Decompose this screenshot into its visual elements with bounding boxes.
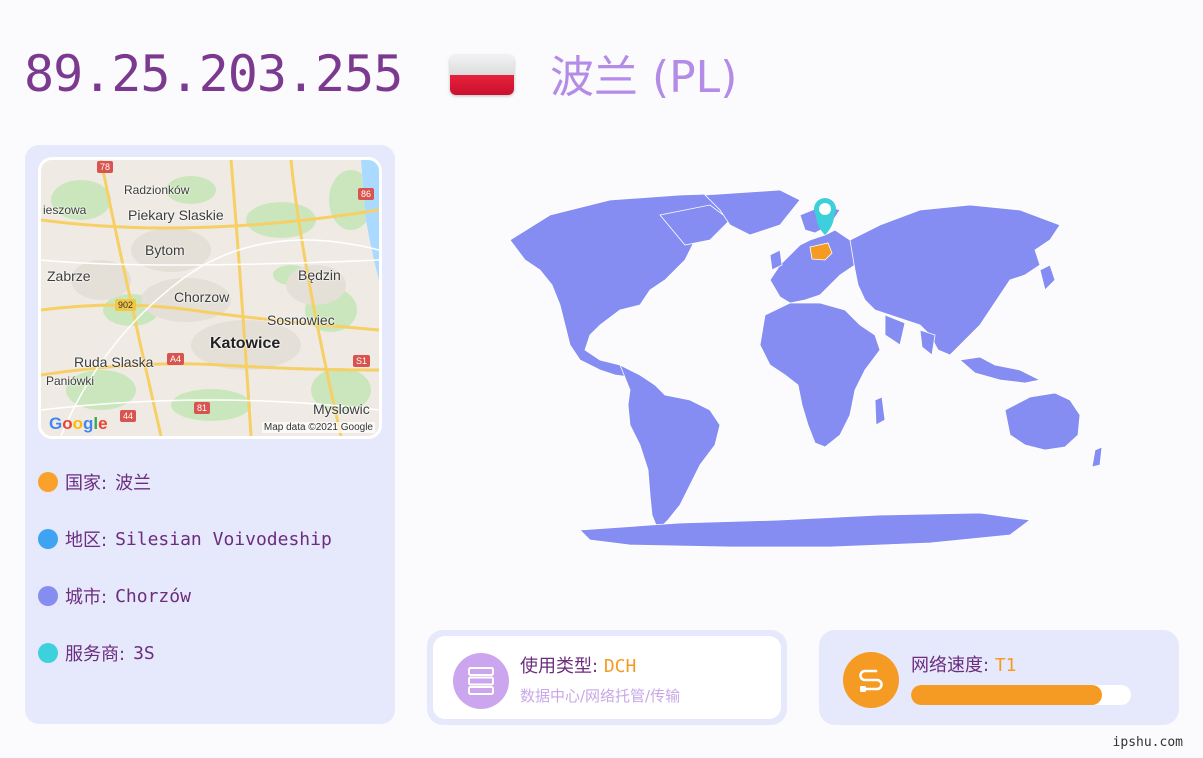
speed-cable-icon <box>843 652 899 708</box>
server-icon <box>453 653 509 709</box>
info-isp-label: 服务商: <box>65 644 126 665</box>
network-speed-label: 网络速度: T1 <box>911 651 1017 677</box>
isp-dot-icon <box>38 643 58 663</box>
info-country-label: 国家: <box>65 473 108 494</box>
google-logo: Google <box>49 414 108 433</box>
map-credit[interactable]: Map data ©2021 Google <box>261 422 375 433</box>
info-city-value: Chorzów <box>115 585 191 607</box>
map-place-label: Będzin <box>298 267 341 283</box>
map-place-label: Zabrze <box>47 268 91 284</box>
map-place-label: Bytom <box>145 242 185 258</box>
usage-type-card: 使用类型: DCH 数据中心/网络托管/传输 <box>427 630 787 725</box>
usage-type-description: 数据中心/网络托管/传输 <box>520 687 681 705</box>
network-speed-card: 网络速度: T1 <box>819 630 1179 725</box>
map-place-label: Paniówki <box>46 374 95 388</box>
usage-type-label: 使用类型: DCH <box>520 652 636 678</box>
location-map[interactable]: 78 86 902 A4 S1 44 81 Radzionków ieszowa… <box>38 157 382 439</box>
info-region-row: 地区: Silesian Voivodeship <box>38 527 332 551</box>
network-speed-label-text: 网络速度: <box>911 655 990 676</box>
ip-address-title: 89.25.203.255 <box>24 45 403 103</box>
map-place-label: Myslowic <box>313 401 370 417</box>
network-speed-bar <box>911 685 1131 705</box>
info-city-label: 城市: <box>65 587 108 608</box>
poland-flag-icon <box>450 55 514 95</box>
map-place-label: ieszowa <box>43 203 87 217</box>
info-city-row: 城市: Chorzów <box>38 584 191 608</box>
info-country-row: 国家: 波兰 <box>38 470 151 494</box>
world-map <box>509 189 1103 548</box>
network-speed-value: T1 <box>994 655 1017 676</box>
road-badge: A4 <box>167 353 185 365</box>
map-place-label: Ruda Slaska <box>74 354 154 370</box>
info-region-value: Silesian Voivodeship <box>115 528 332 550</box>
country-title: 波兰 (PL) <box>550 52 738 103</box>
road-badge: S1 <box>353 355 371 367</box>
country-dot-icon <box>38 472 58 492</box>
map-place-label: Sosnowiec <box>267 312 335 328</box>
info-region-label: 地区: <box>65 530 108 551</box>
road-badge: 86 <box>358 188 375 200</box>
site-footer[interactable]: ipshu.com <box>1113 735 1183 750</box>
region-dot-icon <box>38 529 58 549</box>
info-country-value: 波兰 <box>115 473 152 494</box>
usage-type-card-inner: 使用类型: DCH 数据中心/网络托管/传输 <box>433 636 781 719</box>
usage-type-value: DCH <box>603 656 637 677</box>
network-speed-bar-fill <box>911 685 1103 705</box>
map-place-label: Piekary Slaskie <box>128 207 224 223</box>
road-badge: 81 <box>194 402 211 414</box>
city-dot-icon <box>38 586 58 606</box>
map-place-label: Chorzow <box>174 289 230 305</box>
usage-type-label-text: 使用类型: <box>520 656 599 677</box>
map-place-label: Radzionków <box>124 183 190 197</box>
road-badge: 78 <box>97 161 114 173</box>
info-isp-row: 服务商: 3S <box>38 641 155 665</box>
road-badge: 44 <box>120 410 137 422</box>
info-isp-value: 3S <box>133 642 155 664</box>
map-place-label: Katowice <box>210 335 281 352</box>
road-badge: 902 <box>115 299 137 311</box>
